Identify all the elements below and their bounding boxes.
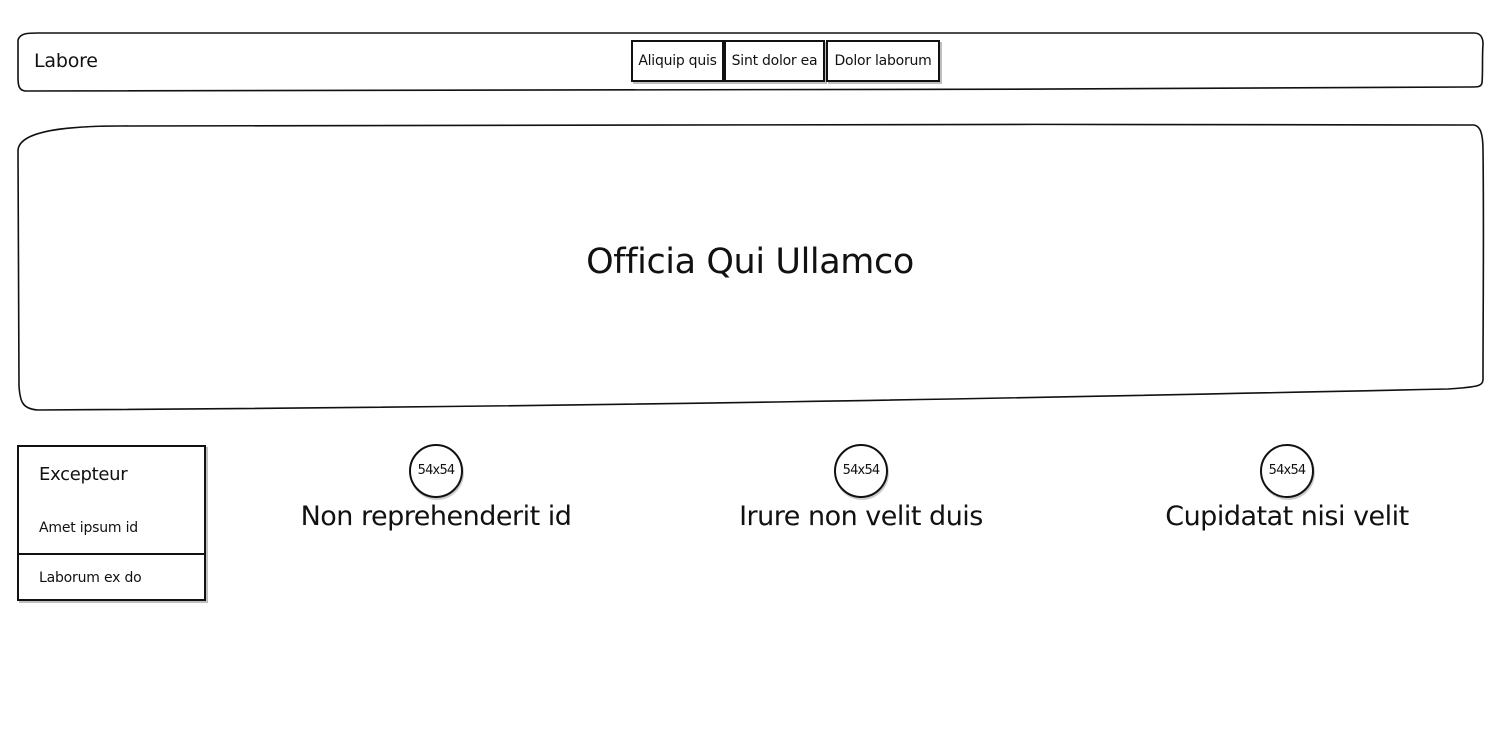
feature-card-3: 54x54 Cupidatat nisi velit [1117, 444, 1457, 564]
sidebar-item-amet-ipsum-id[interactable]: Amet ipsum id [39, 519, 138, 537]
feature-image-placeholder: 54x54 [409, 444, 463, 498]
feature-title: Non reprehenderit id [300, 501, 572, 532]
feature-card-2: 54x54 Irure non velit duis [691, 444, 1031, 564]
feature-image-placeholder: 54x54 [1260, 444, 1314, 498]
nav-button-dolor-laborum[interactable]: Dolor laborum [826, 40, 940, 82]
navbar-title: Labore [34, 50, 98, 72]
nav-button-sint-dolor-ea[interactable]: Sint dolor ea [724, 40, 825, 82]
feature-title: Irure non velit duis [739, 501, 983, 532]
hero-title: Officia Qui Ullamco [586, 242, 914, 282]
sidebar-menu: Excepteur Amet ipsum id Laborum ex do [17, 445, 206, 601]
nav-button-aliquip-quis[interactable]: Aliquip quis [631, 40, 724, 82]
sidebar-item-laborum-ex-do[interactable]: Laborum ex do [39, 569, 142, 587]
feature-title: Cupidatat nisi velit [1165, 501, 1409, 532]
sidebar-heading: Excepteur [39, 464, 128, 485]
feature-card-1: 54x54 Non reprehenderit id [266, 444, 606, 564]
sidebar-divider [19, 553, 204, 555]
wireframe-outlines [17, 31, 1485, 411]
feature-image-placeholder: 54x54 [834, 444, 888, 498]
